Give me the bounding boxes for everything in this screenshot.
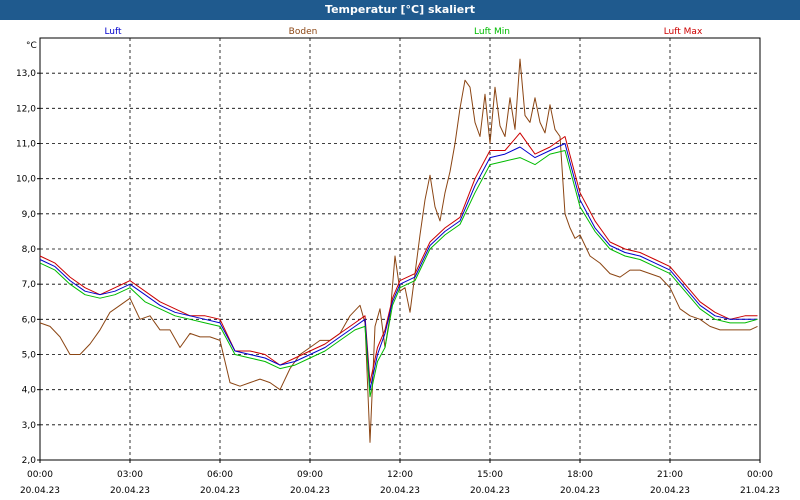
y-tick-label: 6,0 xyxy=(22,315,37,325)
x-tick-date: 20.04.23 xyxy=(470,486,510,496)
x-tick-time: 21:00 xyxy=(657,470,683,480)
y-tick-label: 12,0 xyxy=(16,104,36,114)
legend-entry-boden: Boden xyxy=(289,27,318,37)
x-tick-time: 12:00 xyxy=(387,470,413,480)
y-tick-label: 7,0 xyxy=(22,280,37,290)
grid-lines xyxy=(40,38,760,460)
y-tick-label: 5,0 xyxy=(22,351,37,361)
y-tick-label: 11,0 xyxy=(16,140,36,150)
x-tick-time: 15:00 xyxy=(477,470,503,480)
y-tick-label: 2,0 xyxy=(22,456,37,466)
legend: Luft Boden Luft Min Luft Max xyxy=(104,27,703,37)
x-tick-time: 06:00 xyxy=(207,470,233,480)
legend-entry-luft-max: Luft Max xyxy=(664,27,703,37)
x-tick-date: 20.04.23 xyxy=(20,486,60,496)
series-line-luft-max xyxy=(39,132,758,384)
legend-entry-luft: Luft xyxy=(104,27,122,37)
x-tick-date: 20.04.23 xyxy=(650,486,690,496)
x-tick-time: 09:00 xyxy=(297,470,323,480)
x-tick-date: 20.04.23 xyxy=(560,486,600,496)
series-layer xyxy=(39,58,758,443)
x-tick-time: 18:00 xyxy=(567,470,593,480)
x-tick-date: 20.04.23 xyxy=(290,486,330,496)
y-tick-label: 9,0 xyxy=(22,210,37,220)
x-tick-time: 03:00 xyxy=(117,470,143,480)
y-tick-label: 13,0 xyxy=(16,69,36,79)
x-tick-date: 20.04.23 xyxy=(110,486,150,496)
series-line-luft xyxy=(39,143,758,391)
x-tick-time: 00:00 xyxy=(27,470,53,480)
legend-entry-luft-min: Luft Min xyxy=(474,27,510,37)
x-tick-date: 20.04.23 xyxy=(380,486,420,496)
x-tick-date: 21.04.23 xyxy=(740,486,780,496)
x-tick-time: 00:00 xyxy=(747,470,773,480)
series-line-boden xyxy=(39,58,758,443)
y-tick-label: 10,0 xyxy=(16,175,36,185)
y-tick-label: 3,0 xyxy=(22,421,37,431)
x-tick-date: 20.04.23 xyxy=(200,486,240,496)
y-tick-label: 4,0 xyxy=(22,386,37,396)
y-axis-unit: °C xyxy=(26,41,37,51)
temperature-chart: 2,0 3,0 4,0 5,0 6,0 7,0 8,0 9,0 10,0 11,0 12,0 13,0… xyxy=(16,27,780,496)
y-tick-label: 8,0 xyxy=(22,245,37,255)
